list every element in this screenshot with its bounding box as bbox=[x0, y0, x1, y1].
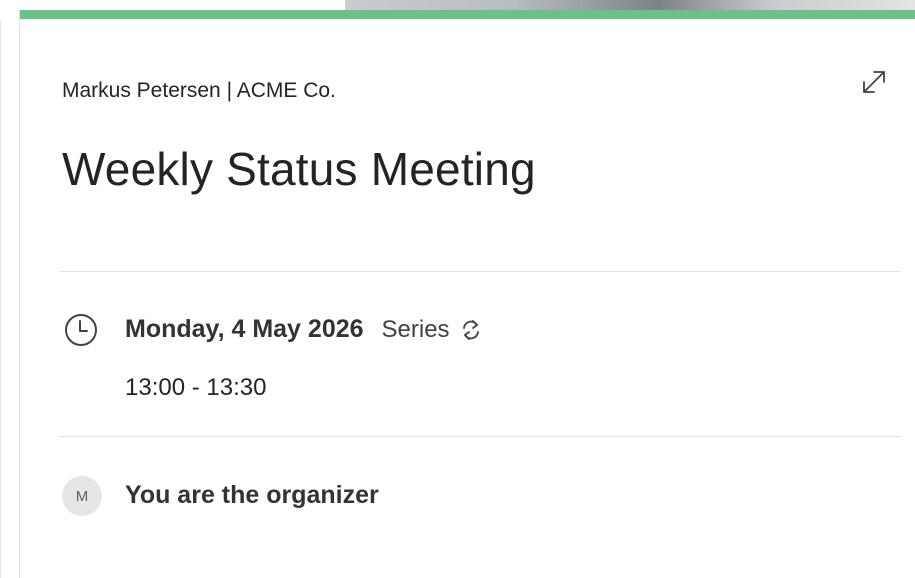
recurring-icon bbox=[462, 319, 479, 340]
meeting-popup-window: Markus Petersen | ACME Co. Weekly Status… bbox=[0, 0, 915, 578]
organizer-status: You are the organizer bbox=[125, 481, 379, 509]
divider bbox=[60, 436, 900, 437]
accent-bar bbox=[20, 10, 915, 19]
expand-button[interactable] bbox=[856, 64, 892, 100]
series-label: Series bbox=[381, 316, 450, 343]
meeting-details-card: Markus Petersen | ACME Co. Weekly Status… bbox=[19, 10, 915, 578]
meeting-date: Monday, 4 May 2026 bbox=[125, 315, 364, 343]
avatar: M bbox=[62, 476, 102, 516]
organizer-company-line: Markus Petersen | ACME Co. bbox=[62, 79, 336, 102]
clock-icon bbox=[65, 314, 97, 346]
meeting-title: Weekly Status Meeting bbox=[62, 143, 536, 195]
meeting-time: 13:00 - 13:30 bbox=[125, 374, 267, 401]
date-row: Monday, 4 May 2026 Series bbox=[125, 315, 484, 344]
expand-diagonal-icon bbox=[863, 71, 885, 93]
divider bbox=[60, 271, 900, 272]
window-edge bbox=[0, 20, 1, 578]
